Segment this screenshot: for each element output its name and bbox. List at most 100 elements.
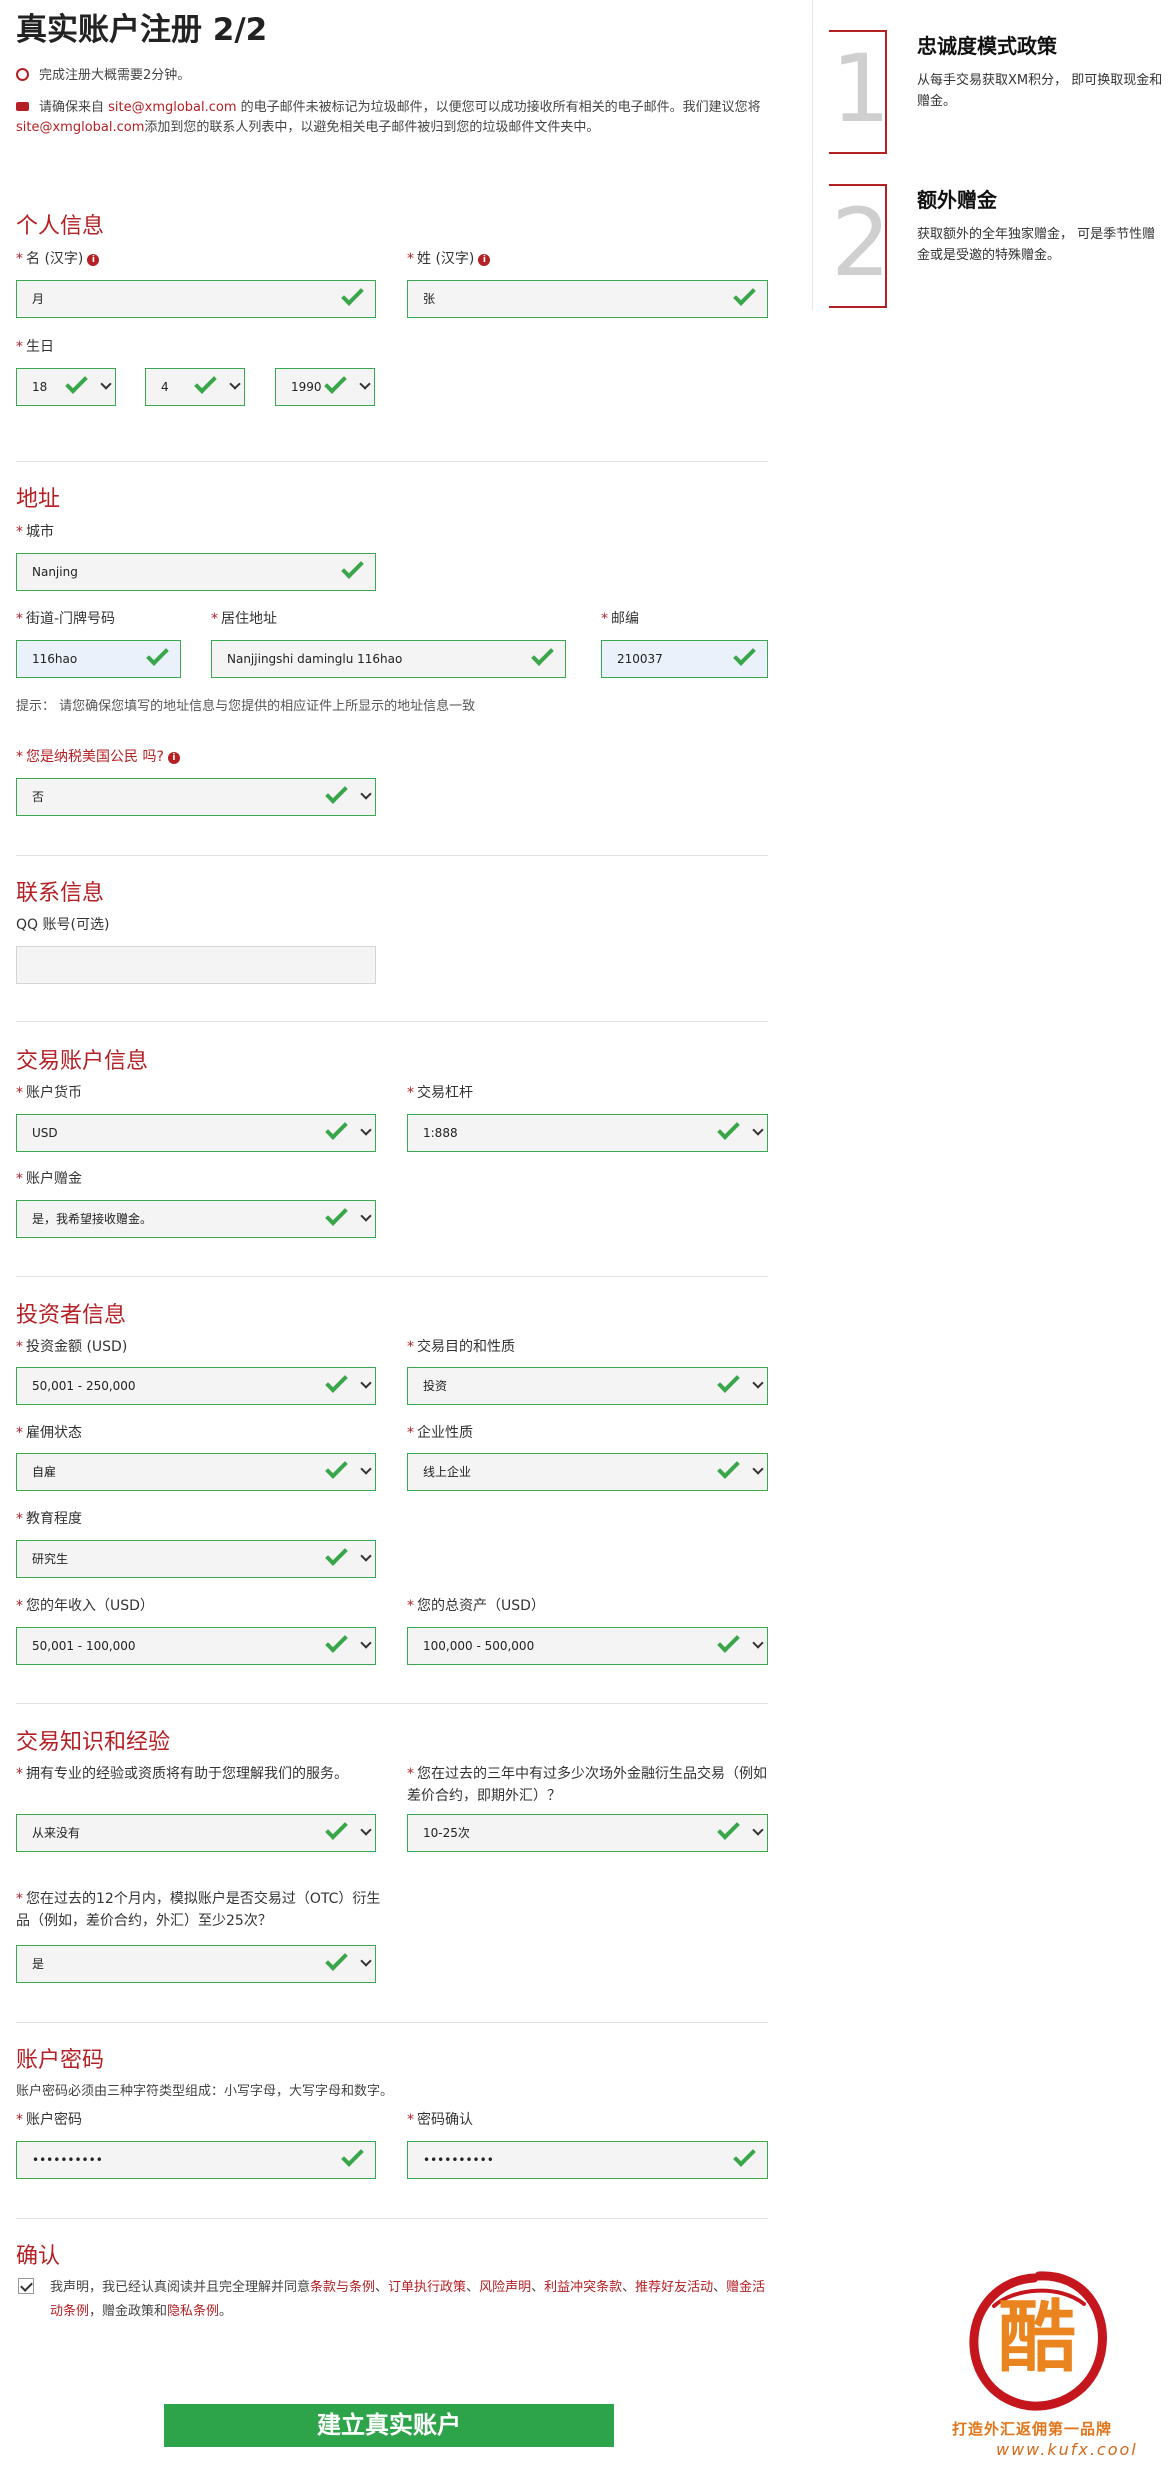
demo-trading-label: * 您在过去的12个月内，模拟账户是否交易过（OTC）衍生品（例如，差价合约，外汇… xyxy=(16,1891,381,1929)
create-account-button[interactable]: 建立真实账户 xyxy=(164,2404,614,2447)
section-knowledge-title: 交易知识和经验 xyxy=(16,1730,171,1755)
check-icon xyxy=(717,1456,740,1479)
email-notice: 请确保来自 site@xmglobal.com 的电子邮件未被标记为垃圾邮件，以… xyxy=(16,98,761,138)
time-notice-text: 完成注册大概需要2分钟。 xyxy=(39,68,191,83)
chevron-down-icon xyxy=(360,1955,372,1967)
employment-label: * 雇佣状态 xyxy=(16,1425,82,1441)
first-name-field[interactable]: 月 xyxy=(16,280,376,318)
first-name-label: * 名 (汉字) i xyxy=(16,250,100,268)
qq-field[interactable] xyxy=(16,946,376,984)
promo-number-1: 1 xyxy=(829,30,891,154)
business-label: * 企业性质 xyxy=(407,1425,473,1441)
birth-year-select[interactable]: 1990 xyxy=(275,368,375,406)
info-icon[interactable]: i xyxy=(167,752,180,764)
chevron-down-icon xyxy=(100,378,112,390)
business-select[interactable]: 线上企业 xyxy=(407,1453,768,1491)
bonus-label: * 账户赠金 xyxy=(16,1171,82,1187)
divider xyxy=(16,2022,768,2023)
bonus-select[interactable]: 是，我希望接收赠金。 xyxy=(16,1200,376,1238)
section-investor-title: 投资者信息 xyxy=(16,1303,127,1328)
chevron-down-icon xyxy=(752,1463,764,1475)
city-field[interactable]: Nanjing xyxy=(16,553,376,591)
check-icon xyxy=(341,2144,364,2167)
purpose-label: * 交易目的和性质 xyxy=(407,1339,515,1355)
promo-title-loyalty: 忠诚度模式政策 xyxy=(917,34,1057,58)
check-icon xyxy=(65,371,88,394)
check-icon xyxy=(325,1456,348,1479)
currency-select[interactable]: USD xyxy=(16,1114,376,1152)
divider xyxy=(16,2218,768,2219)
section-confirm-title: 确认 xyxy=(16,2244,61,2269)
promo-text-bonus: 获取额外的全年独家赠金， 可是季节性赠金或是受邀的特殊赠金。 xyxy=(917,227,1156,263)
check-icon xyxy=(325,1948,348,1971)
clock-icon xyxy=(16,68,29,81)
info-icon[interactable]: i xyxy=(87,254,100,266)
street-label: * 街道-门牌号码 xyxy=(16,611,116,627)
password-rule: 账户密码必须由三种字符类型组成：小写字母，大写字母和数字。 xyxy=(16,2084,394,2099)
address-hint: 提示： 请您确保您填写的地址信息与您提供的相应证件上所显示的地址信息一致 xyxy=(16,699,476,714)
income-select[interactable]: 50,001 - 100,000 xyxy=(16,1627,376,1665)
divider xyxy=(16,1021,768,1022)
referral-link[interactable]: 推荐好友活动 xyxy=(635,2280,713,2295)
check-icon xyxy=(325,1117,348,1140)
us-citizen-label: * 您是纳税美国公民 吗? i xyxy=(16,748,180,766)
amount-label: * 投资金额 (USD) xyxy=(16,1339,128,1355)
promo-title-bonus: 额外赠金 xyxy=(917,188,997,212)
password-field[interactable]: •••••••••• xyxy=(16,2141,376,2179)
divider xyxy=(16,1276,768,1277)
amount-select[interactable]: 50,001 - 250,000 xyxy=(16,1367,376,1405)
residence-field[interactable]: Nanjjingshi daminglu 116hao xyxy=(211,640,566,678)
birth-month-select[interactable]: 4 xyxy=(145,368,245,406)
section-address-title: 地址 xyxy=(16,487,61,512)
check-icon xyxy=(717,1817,740,1840)
purpose-select[interactable]: 投资 xyxy=(407,1367,768,1405)
conflict-policy-link[interactable]: 利益冲突条款 xyxy=(544,2280,622,2295)
leverage-select[interactable]: 1:888 xyxy=(407,1114,768,1152)
experience-select[interactable]: 从来没有 xyxy=(16,1814,376,1852)
employment-select[interactable]: 自雇 xyxy=(16,1453,376,1491)
assets-label: * 您的总资产（USD） xyxy=(407,1598,545,1614)
chevron-down-icon xyxy=(360,1637,372,1649)
birth-day-select[interactable]: 18 xyxy=(16,368,116,406)
otc-frequency-select[interactable]: 10-25次 xyxy=(407,1814,768,1852)
last-name-field[interactable]: 张 xyxy=(407,280,768,318)
street-field[interactable]: 116hao xyxy=(16,640,181,678)
time-notice: 完成注册大概需要2分钟。 xyxy=(16,66,190,86)
check-icon xyxy=(733,643,756,666)
check-icon xyxy=(325,1543,348,1566)
check-icon xyxy=(325,1370,348,1393)
consent-checkbox[interactable] xyxy=(18,2278,34,2294)
section-password-title: 账户密码 xyxy=(16,2048,105,2073)
city-label: * 城市 xyxy=(16,524,54,540)
terms-link[interactable]: 条款与条例 xyxy=(310,2280,375,2295)
education-select[interactable]: 研究生 xyxy=(16,1540,376,1578)
envelope-icon xyxy=(16,102,29,111)
chevron-down-icon xyxy=(360,1377,372,1389)
education-label: * 教育程度 xyxy=(16,1511,82,1527)
experience-question-label: * 拥有专业的经验或资质将有助于您理解我们的服务。 xyxy=(16,1766,348,1782)
us-citizen-select[interactable]: 否 xyxy=(16,778,376,816)
assets-select[interactable]: 100,000 - 500,000 xyxy=(407,1627,768,1665)
order-policy-link[interactable]: 订单执行政策 xyxy=(388,2280,466,2295)
consent-text: 我声明，我已经认真阅读并且完全理解并同意条款与条例、订单执行政策、风险声明、利益… xyxy=(50,2280,766,2319)
check-icon xyxy=(194,371,217,394)
chevron-down-icon xyxy=(360,1824,372,1836)
risk-disclosure-link[interactable]: 风险声明 xyxy=(479,2280,531,2295)
chevron-down-icon xyxy=(360,1210,372,1222)
check-icon xyxy=(717,1630,740,1653)
divider xyxy=(16,1703,768,1704)
last-name-label: * 姓 (汉字) i xyxy=(407,250,491,268)
email-address-2: site@xmglobal.com xyxy=(16,120,145,135)
divider xyxy=(16,461,768,462)
privacy-link[interactable]: 隐私条例 xyxy=(167,2304,219,2319)
postcode-field[interactable]: 210037 xyxy=(601,640,768,678)
watermark-logo: 酷 xyxy=(964,2266,1114,2416)
demo-trading-select[interactable]: 是 xyxy=(16,1945,376,1983)
email-notice-pre: 请确保来自 xyxy=(39,100,109,115)
password-confirm-field[interactable]: •••••••••• xyxy=(407,2141,768,2179)
watermark-url: www.kufx.cool xyxy=(996,2440,1138,2459)
check-icon xyxy=(341,283,364,306)
check-icon xyxy=(325,1817,348,1840)
info-icon[interactable]: i xyxy=(478,254,491,266)
chevron-down-icon xyxy=(752,1124,764,1136)
